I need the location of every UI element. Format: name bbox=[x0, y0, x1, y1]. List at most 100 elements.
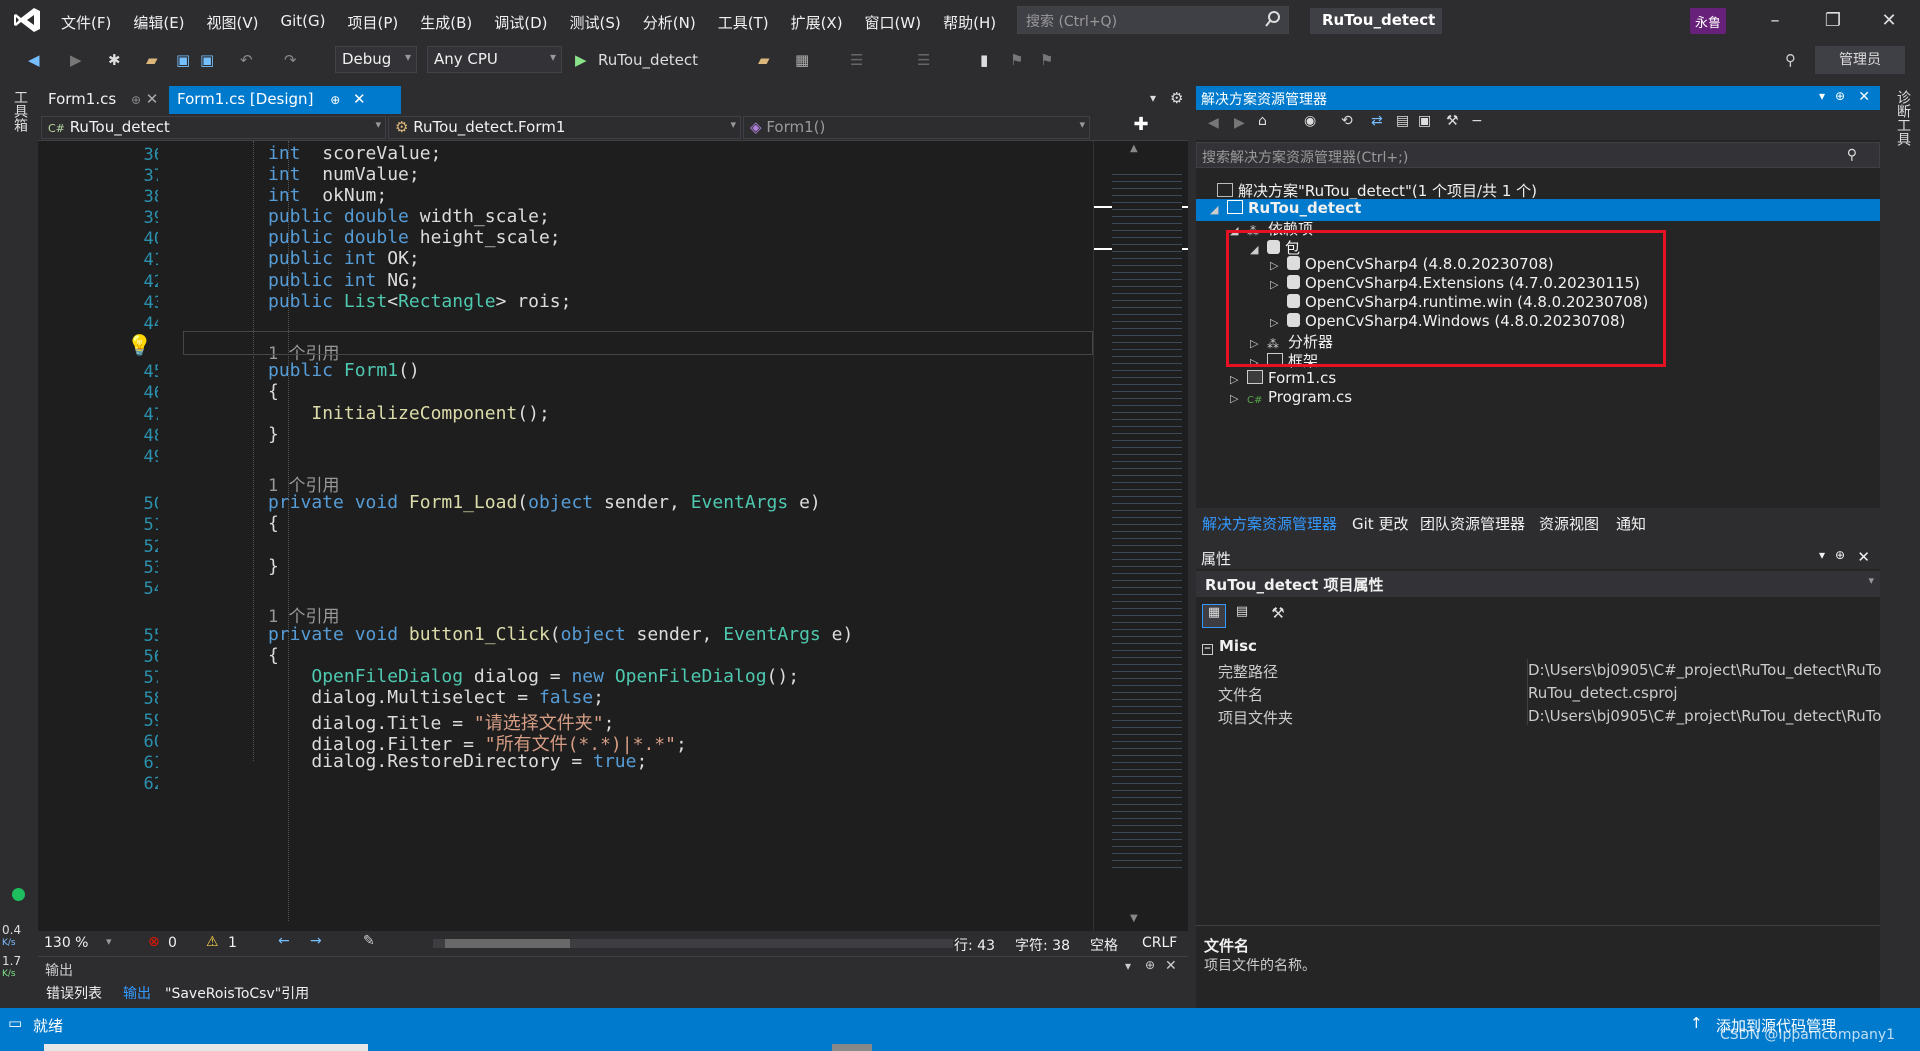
properties-wrench-icon[interactable]: ⚒ bbox=[1446, 113, 1459, 129]
code-cleanup-icon[interactable]: ✎ bbox=[363, 933, 375, 949]
lightbulb-icon[interactable]: 💡 bbox=[127, 333, 152, 357]
solution-search-input[interactable]: 搜索解决方案资源管理器(Ctrl+;) ⚲ bbox=[1196, 142, 1880, 168]
close-panel-icon[interactable]: ✕ bbox=[1165, 958, 1177, 974]
output-menu-icon[interactable]: ▾ bbox=[1125, 959, 1131, 973]
member-nav-dropdown[interactable]: ◈ Form1() ▾ bbox=[743, 116, 1090, 139]
code-area[interactable]: int scoreValue; int numValue; int okNum; pu… bbox=[158, 141, 1093, 931]
menu-item[interactable]: 扩展(X) bbox=[780, 9, 854, 36]
code-line[interactable]: int numValue; bbox=[268, 164, 420, 185]
menu-item[interactable]: 测试(S) bbox=[559, 9, 632, 36]
code-line[interactable]: public int NG; bbox=[268, 270, 420, 291]
code-line[interactable]: InitializeComponent(); bbox=[268, 403, 549, 424]
open-folder-icon[interactable]: ▰ bbox=[146, 47, 158, 73]
split-editor-icon[interactable]: ✚ bbox=[1096, 114, 1186, 140]
user-avatar[interactable]: 永鲁 bbox=[1690, 8, 1726, 34]
code-line[interactable]: private void Form1_Load(object sender, E… bbox=[268, 492, 821, 513]
menu-item[interactable]: 工具(T) bbox=[707, 9, 780, 36]
categorized-icon[interactable]: ▦ bbox=[1202, 604, 1226, 628]
code-line[interactable]: { bbox=[268, 513, 279, 534]
menu-item[interactable]: 窗口(W) bbox=[854, 9, 933, 36]
menu-item[interactable]: 编辑(E) bbox=[122, 9, 195, 36]
menu-item[interactable]: 项目(P) bbox=[337, 9, 410, 36]
restore-button[interactable]: ❐ bbox=[1810, 6, 1856, 36]
tab-git-changes[interactable]: Git 更改 bbox=[1352, 513, 1408, 534]
settings-gear-icon[interactable]: ⚙ bbox=[1170, 89, 1183, 107]
new-project-icon[interactable]: ✱ bbox=[108, 47, 121, 73]
home-icon[interactable]: ⌂ bbox=[1258, 113, 1267, 129]
open-file-icon[interactable]: ▰ bbox=[758, 47, 770, 73]
history-icon[interactable]: ⟲ bbox=[1341, 113, 1353, 129]
category-misc[interactable]: − Misc bbox=[1202, 637, 1257, 655]
property-row[interactable]: 项目文件夹 D:\Users\bj0905\C#_project\RuTou_de… bbox=[1196, 705, 1881, 727]
browser-icon[interactable]: ▦ bbox=[795, 47, 809, 73]
scroll-down-icon[interactable]: ▼ bbox=[1130, 913, 1138, 924]
menu-item[interactable]: 视图(V) bbox=[196, 9, 270, 36]
code-line[interactable]: dialog.RestoreDirectory = true; bbox=[268, 751, 647, 772]
code-line[interactable]: } bbox=[268, 556, 279, 577]
tab-output[interactable]: 输出 bbox=[119, 983, 155, 1003]
menu-item[interactable]: 帮助(H) bbox=[932, 9, 1007, 36]
configuration-dropdown[interactable]: Debug bbox=[335, 46, 417, 73]
alphabetical-icon[interactable]: ▤ bbox=[1230, 604, 1254, 628]
preview-icon[interactable]: − bbox=[1471, 113, 1483, 129]
save-all-icon[interactable]: ▣ bbox=[200, 47, 214, 73]
pin-icon[interactable]: ⊕ bbox=[1145, 958, 1155, 972]
collapse-all-icon[interactable]: ▤ bbox=[1396, 113, 1409, 129]
visual-studio-logo-icon[interactable] bbox=[12, 6, 42, 34]
code-line[interactable]: int okNum; bbox=[268, 185, 387, 206]
forward-icon[interactable]: ▶ bbox=[70, 47, 82, 73]
close-tab-icon[interactable]: ✕ bbox=[146, 90, 159, 108]
prev-issue-icon[interactable]: ← bbox=[278, 933, 290, 949]
redo-icon[interactable]: ↷ bbox=[284, 47, 297, 73]
code-line[interactable]: { bbox=[268, 381, 279, 402]
code-line[interactable]: public Form1() bbox=[268, 360, 420, 381]
diagnostics-tab[interactable]: 诊断工具 bbox=[1893, 90, 1913, 146]
tab-notifications[interactable]: 通知 bbox=[1616, 513, 1646, 534]
menu-item[interactable]: Git(G) bbox=[270, 9, 337, 36]
property-row[interactable]: 完整路径 D:\Users\bj0905\C#_project\RuTou_det… bbox=[1196, 659, 1881, 681]
tab-list-dropdown[interactable]: ▾ bbox=[1150, 91, 1156, 105]
menu-item[interactable]: 文件(F) bbox=[50, 9, 122, 36]
toolbox-tab[interactable]: 工具箱 bbox=[10, 90, 30, 132]
next-issue-icon[interactable]: → bbox=[310, 933, 322, 949]
tab-team-explorer[interactable]: 团队资源管理器 bbox=[1420, 513, 1525, 534]
project-nav-dropdown[interactable]: C# RuTou_detect ▾ bbox=[41, 116, 386, 139]
code-line[interactable]: dialog.Multiselect = false; bbox=[268, 687, 604, 708]
prev-bookmark-icon[interactable]: ⚑ bbox=[1010, 47, 1023, 73]
properties-object-dropdown[interactable]: RuTou_detect 项目属性 ▾ bbox=[1196, 571, 1880, 597]
tree-item-program[interactable]: ▷ C# Program.cs bbox=[1230, 388, 1352, 410]
error-count[interactable]: 0 bbox=[168, 935, 177, 951]
menu-item[interactable]: 调试(D) bbox=[483, 9, 558, 36]
code-line[interactable]: public double width_scale; bbox=[268, 206, 550, 227]
code-line[interactable]: } bbox=[268, 424, 279, 445]
live-share-icon[interactable]: ⚲ bbox=[1785, 47, 1796, 73]
zoom-dropdown-icon[interactable]: ▾ bbox=[106, 935, 112, 948]
property-pages-icon[interactable]: ⚒ bbox=[1266, 604, 1290, 628]
next-bookmark-icon[interactable]: ⚑ bbox=[1040, 47, 1053, 73]
close-window-button[interactable]: ✕ bbox=[1866, 6, 1912, 36]
platform-dropdown[interactable]: Any CPU bbox=[427, 46, 562, 73]
tab-error-list[interactable]: 错误列表 bbox=[46, 983, 102, 1003]
forward-icon[interactable]: ▶ bbox=[1234, 115, 1245, 131]
show-all-files-icon[interactable]: ▣ bbox=[1418, 113, 1431, 129]
code-line[interactable]: { bbox=[268, 645, 279, 666]
minimize-button[interactable]: – bbox=[1752, 6, 1798, 36]
code-line[interactable]: public List<Rectangle> rois; bbox=[268, 291, 571, 312]
code-line[interactable]: private void button1_Click(object sender… bbox=[268, 624, 853, 645]
class-nav-dropdown[interactable]: ⚙ RuTou_detect.Form1 ▾ bbox=[388, 116, 741, 139]
property-row[interactable]: 文件名 RuTou_detect.csproj bbox=[1196, 682, 1880, 704]
back-icon[interactable]: ◀ bbox=[1208, 115, 1219, 131]
save-icon[interactable]: ▣ bbox=[176, 47, 190, 73]
zoom-level[interactable]: 130 % bbox=[44, 935, 88, 951]
code-line[interactable]: int scoreValue; bbox=[268, 143, 441, 164]
tab-form1-design[interactable]: Form1.cs [Design] ⊕ ✕ bbox=[169, 86, 401, 114]
warning-count[interactable]: 1 bbox=[228, 935, 237, 951]
start-debug-button[interactable]: RuTou_detect bbox=[598, 47, 698, 73]
search-box[interactable]: 搜索 (Ctrl+Q) bbox=[1017, 6, 1289, 34]
menu-item[interactable]: 生成(B) bbox=[409, 9, 483, 36]
minimap-scrollbar[interactable]: ▲ ▼ bbox=[1093, 141, 1188, 931]
menu-item[interactable]: 分析(N) bbox=[632, 9, 707, 36]
indent-icon[interactable]: ☰ bbox=[917, 47, 930, 73]
bookmark-icon[interactable]: ▮ bbox=[980, 47, 988, 73]
code-line[interactable]: OpenFileDialog dialog = new OpenFileDial… bbox=[268, 666, 799, 687]
